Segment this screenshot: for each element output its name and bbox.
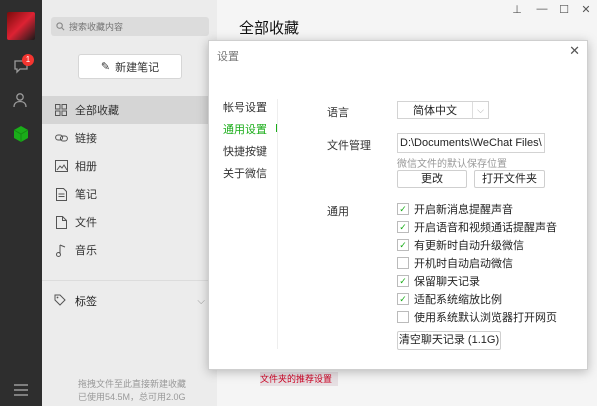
new-note-label: 新建笔记	[115, 61, 160, 74]
open-folder-button[interactable]: 打开文件夹	[474, 170, 545, 188]
file-management-label: 文件管理	[327, 140, 371, 152]
option-label: 使用系统默认浏览器打开网页	[414, 312, 557, 324]
pencil-icon: ✎	[100, 61, 111, 73]
minimize-button[interactable]: —	[535, 3, 549, 15]
checkbox[interactable]	[397, 257, 409, 269]
favorites-menu: 全部收藏 链接 相册 笔记 文件 音乐	[42, 96, 217, 264]
search-box[interactable]	[51, 17, 209, 36]
close-button[interactable]: ✕	[579, 3, 593, 16]
sidebar-divider	[42, 280, 217, 281]
option-label: 开启新消息提醒声音	[414, 204, 513, 216]
tags-label: 标签	[75, 296, 97, 308]
chevron-down-icon[interactable]: ⌵	[197, 296, 205, 307]
checkbox[interactable]	[397, 311, 409, 323]
settings-divider	[277, 99, 278, 349]
file-icon	[54, 215, 68, 229]
checkbox[interactable]: ✓	[397, 221, 409, 233]
sidebar-item-files[interactable]: 文件	[42, 208, 217, 236]
sidebar-item-label: 链接	[75, 133, 97, 145]
menu-icon[interactable]	[11, 380, 31, 400]
language-select[interactable]: 简体中文 ⌵	[397, 101, 489, 119]
language-label: 语言	[327, 107, 349, 119]
option-label: 开启语音和视频通话提醒声音	[414, 222, 557, 234]
tag-icon	[54, 294, 68, 309]
contacts-icon[interactable]	[11, 90, 31, 110]
storage-info: 拖拽文件至此直接新建收藏 已使用54.5M，总可用2.0G	[78, 378, 186, 404]
sidebar-item-label: 音乐	[75, 245, 97, 257]
storage-usage: 已使用54.5M，总可用2.0G	[78, 392, 186, 402]
language-value: 简体中文	[413, 105, 457, 117]
pin-button[interactable]: ⊥	[510, 3, 524, 16]
sidebar-item-label: 全部收藏	[75, 105, 119, 117]
sidebar-item-album[interactable]: 相册	[42, 152, 217, 180]
sidebar-item-label: 笔记	[75, 189, 97, 201]
tab-general[interactable]: 通用设置	[223, 119, 267, 141]
tab-account[interactable]: 帐号设置	[223, 97, 267, 119]
option-label: 保留聊天记录	[414, 276, 480, 288]
sidebar-item-all[interactable]: 全部收藏	[42, 96, 217, 124]
link-icon	[54, 131, 68, 145]
dialog-title: 设置	[217, 51, 239, 63]
sidebar-item-music[interactable]: 音乐	[42, 236, 217, 264]
image-icon	[54, 159, 68, 173]
note-icon	[54, 187, 68, 201]
sidebar-item-links[interactable]: 链接	[42, 124, 217, 152]
unread-badge: 1	[22, 54, 34, 66]
checkbox[interactable]: ✓	[397, 203, 409, 215]
sidebar-item-label: 相册	[75, 161, 97, 173]
new-note-button[interactable]: ✎ 新建笔记	[78, 54, 182, 79]
option-system-scaling[interactable]: ✓ 适配系统缩放比例	[397, 291, 502, 307]
general-label: 通用	[327, 206, 349, 218]
search-icon	[56, 22, 65, 31]
option-default-browser[interactable]: 使用系统默认浏览器打开网页	[397, 309, 557, 325]
maximize-button[interactable]: ☐	[557, 3, 571, 16]
option-label: 有更新时自动升级微信	[414, 240, 524, 252]
main-nav-bar: 1	[0, 0, 42, 406]
tab-shortcuts[interactable]: 快捷按键	[223, 141, 267, 163]
option-label: 适配系统缩放比例	[414, 294, 502, 306]
chevron-down-icon: ⌵	[472, 102, 488, 118]
option-auto-update[interactable]: ✓ 有更新时自动升级微信	[397, 237, 524, 253]
option-call-sound[interactable]: ✓ 开启语音和视频通话提醒声音	[397, 219, 557, 235]
favorites-cube-icon[interactable]	[11, 124, 31, 144]
grid-icon	[54, 103, 68, 117]
drop-hint: 拖拽文件至此直接新建收藏	[78, 379, 187, 389]
checkbox[interactable]: ✓	[397, 239, 409, 251]
tab-about[interactable]: 关于微信	[223, 163, 267, 185]
checkbox[interactable]: ✓	[397, 275, 409, 287]
option-new-message-sound[interactable]: ✓ 开启新消息提醒声音	[397, 201, 513, 217]
avatar[interactable]	[7, 12, 35, 40]
option-label: 开机时自动启动微信	[414, 258, 513, 270]
file-path-field[interactable]: D:\Documents\WeChat Files\	[397, 133, 545, 153]
settings-nav: 帐号设置 通用设置 快捷按键 关于微信	[223, 97, 267, 185]
option-keep-history[interactable]: ✓ 保留聊天记录	[397, 273, 480, 289]
clear-chat-history-button[interactable]: 清空聊天记录 (1.1G)	[397, 331, 501, 350]
checkbox[interactable]: ✓	[397, 293, 409, 305]
sidebar-item-notes[interactable]: 笔记	[42, 180, 217, 208]
settings-dialog: 设置 ✕ 帐号设置 通用设置 快捷按键 关于微信 语言 简体中文 ⌵ 文件管理 …	[208, 40, 588, 370]
file-path-hint: 微信文件的默认保存位置	[397, 159, 507, 170]
favorites-sidebar: ✎ 新建笔记 全部收藏 链接 相册 笔记 文件 音乐 标签	[42, 0, 217, 406]
music-icon	[54, 243, 68, 257]
dialog-close-button[interactable]: ✕	[569, 43, 580, 59]
change-button[interactable]: 更改	[397, 170, 467, 188]
favorite-item-thumbnail[interactable]: 文件夹的推荐设置	[260, 372, 338, 386]
search-input[interactable]	[69, 21, 199, 32]
option-auto-start[interactable]: 开机时自动启动微信	[397, 255, 513, 271]
sidebar-item-label: 文件	[75, 217, 97, 229]
sidebar-item-tags[interactable]: 标签 ⌵	[42, 288, 217, 314]
page-title: 全部收藏	[239, 20, 300, 37]
